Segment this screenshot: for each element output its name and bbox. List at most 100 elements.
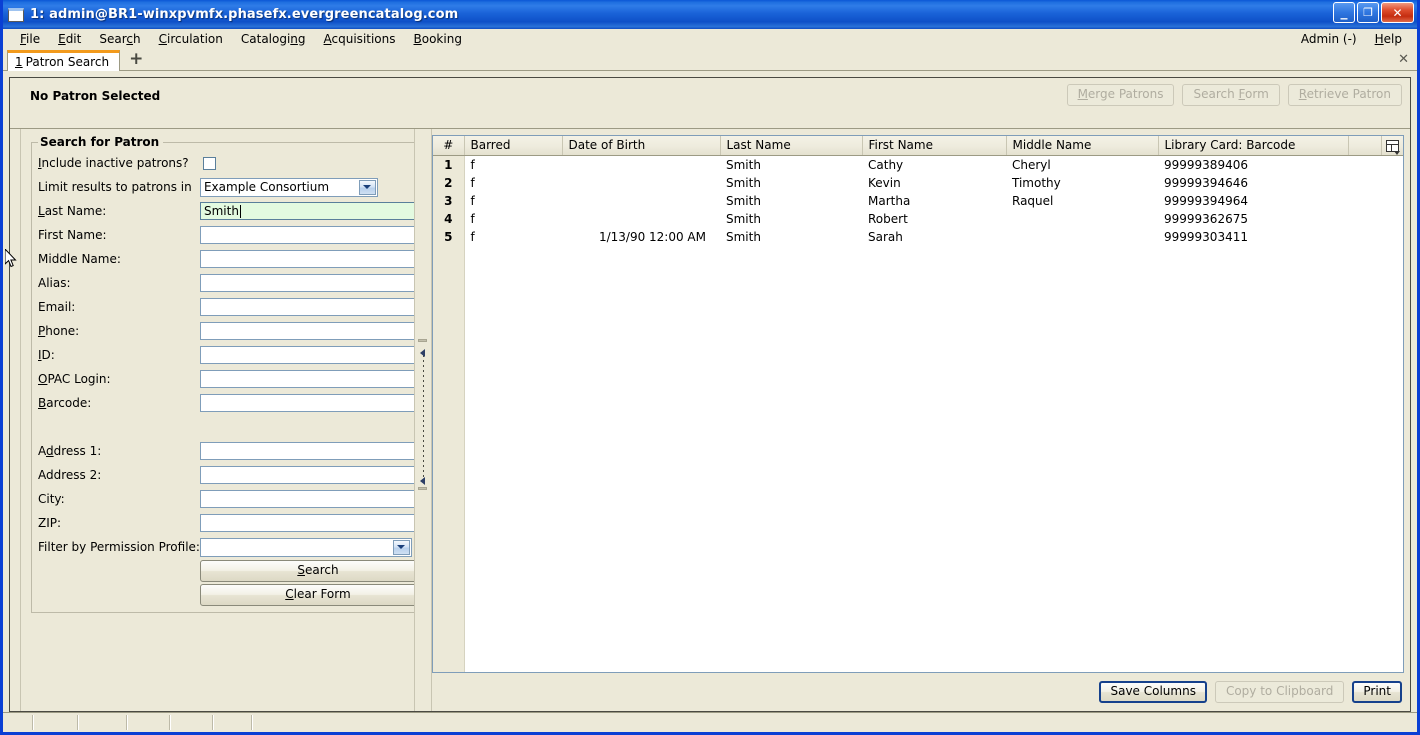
city-input[interactable] (199, 490, 414, 508)
address1-input[interactable] (199, 442, 414, 460)
opac-login-input[interactable] (199, 370, 414, 388)
print-button[interactable]: Print (1352, 681, 1402, 703)
column-header-last-name[interactable]: Last Name (720, 136, 863, 156)
search-form-area: Search for Patron Include inactive patro… (21, 129, 414, 711)
menu-booking[interactable]: Booking (405, 31, 471, 47)
new-tab-button[interactable]: + (129, 51, 143, 70)
search-form-button[interactable]: Search Form (1182, 84, 1280, 106)
cell-last-name: Smith (726, 211, 761, 226)
cell-last-name: Smith (726, 193, 761, 208)
address2-label: Address 2: (38, 468, 102, 482)
id-label: ID: (38, 348, 55, 362)
cell-barred: f (470, 229, 475, 244)
splitter-collapse-right-icon[interactable] (418, 475, 427, 486)
cell-dob (562, 156, 720, 174)
email-input[interactable] (199, 298, 414, 316)
splitter-grip (422, 355, 424, 485)
split-container: Search for Patron Include inactive patro… (10, 129, 1410, 711)
window-icon (8, 7, 24, 22)
permission-profile-combobox[interactable] (199, 537, 412, 557)
maximize-button[interactable]: ❐ (1357, 2, 1379, 23)
column-header-barcode[interactable]: Library Card: Barcode (1158, 136, 1349, 156)
cell-dob (562, 174, 720, 192)
close-tab-button[interactable]: ✕ (1398, 52, 1409, 67)
id-input[interactable] (199, 346, 414, 364)
form-row-search-button: Search (38, 559, 414, 583)
cell-first-name: Martha (868, 193, 911, 208)
menu-cataloging[interactable]: Cataloging (232, 31, 315, 47)
search-form-legend: Search for Patron (40, 135, 160, 149)
form-row-address1: Address 1: (38, 439, 414, 463)
phone-input[interactable] (199, 322, 414, 340)
patron-summary-bar: No Patron Selected Merge Patrons Search … (10, 78, 1410, 129)
clear-form-button[interactable]: Clear Form (199, 584, 414, 606)
cell-barred: f (470, 175, 475, 190)
search-button[interactable]: Search (199, 560, 414, 582)
text-caret (239, 205, 241, 218)
menu-search[interactable]: Search (90, 31, 149, 47)
cell-barcode: 99999362675 (1164, 211, 1248, 226)
permission-profile-label: Filter by Permission Profile: (38, 540, 200, 554)
search-for-patron-fieldset: Search for Patron Include inactive patro… (31, 135, 414, 613)
table-row[interactable]: 3 f Smith Martha Raquel 99999394964 (433, 191, 1403, 210)
menu-bar-right: Admin (-) Help (1292, 31, 1411, 47)
first-name-label: First Name: (38, 228, 107, 242)
minimize-button[interactable]: _ (1333, 2, 1355, 23)
splitter-cap-bottom (418, 487, 427, 490)
close-button[interactable]: ✕ (1381, 2, 1414, 23)
merge-patrons-button[interactable]: Merge Patrons (1066, 84, 1175, 106)
column-header-num[interactable]: # (433, 136, 465, 156)
table-row[interactable]: 5 f 1/13/90 12:00 AM Smith Sarah 9999930… (433, 227, 1403, 246)
column-picker-button[interactable] (1381, 136, 1403, 156)
menu-bar: File Edit Search Circulation Cataloging … (3, 29, 1417, 48)
splitter-collapse-left-icon[interactable] (418, 347, 427, 358)
alias-input[interactable] (199, 274, 414, 292)
copy-to-clipboard-button[interactable]: Copy to Clipboard (1214, 681, 1345, 703)
zip-input[interactable] (199, 514, 414, 532)
cell-num: 4 (433, 209, 465, 228)
menu-help[interactable]: Help (1366, 31, 1411, 47)
barcode-input[interactable] (199, 394, 414, 412)
alias-label: Alias: (38, 276, 71, 290)
results-blank-area (465, 245, 1403, 672)
cell-last-name: Smith (726, 175, 761, 190)
column-header-barred[interactable]: Barred (464, 136, 563, 156)
include-inactive-checkbox[interactable] (202, 157, 216, 170)
menu-acquisitions[interactable]: Acquisitions (315, 31, 405, 47)
maximize-icon: ❐ (1363, 6, 1373, 19)
save-columns-button[interactable]: Save Columns (1099, 681, 1207, 703)
first-name-input[interactable] (199, 226, 414, 244)
status-cell (253, 715, 1415, 730)
menu-circulation[interactable]: Circulation (150, 31, 232, 47)
form-row-phone: Phone: (38, 319, 414, 343)
tab-patron-search[interactable]: 1 Patron Search (7, 50, 121, 71)
chevron-down-icon[interactable] (392, 539, 410, 555)
middle-name-input[interactable] (199, 250, 414, 268)
row-number-gutter (433, 245, 465, 672)
table-row[interactable]: 2 f Smith Kevin Timothy 99999394646 (433, 173, 1403, 192)
menu-admin[interactable]: Admin (-) (1292, 31, 1366, 47)
menu-file[interactable]: File (11, 31, 49, 47)
column-header-middle-name[interactable]: Middle Name (1006, 136, 1159, 156)
cell-barred: f (470, 193, 475, 208)
chevron-down-icon[interactable] (358, 179, 376, 195)
content-area: No Patron Selected Merge Patrons Search … (3, 71, 1417, 712)
menu-edit[interactable]: Edit (49, 31, 90, 47)
form-row-barcode: Barcode: (38, 391, 414, 415)
pane-splitter[interactable] (414, 129, 432, 711)
table-row[interactable]: 1 f Smith Cathy Cheryl 99999389406 (433, 155, 1403, 174)
retrieve-patron-button[interactable]: Retrieve Patron (1287, 84, 1402, 106)
limit-results-combobox[interactable]: Example Consortium (199, 177, 378, 197)
address2-input[interactable] (199, 466, 414, 484)
status-cell (128, 715, 171, 730)
zip-label: ZIP: (38, 516, 62, 530)
search-form-table: Include inactive patrons? Limit results … (38, 151, 414, 607)
column-header-dob[interactable]: Date of Birth (562, 136, 721, 156)
cell-middle-name (1006, 228, 1158, 246)
table-row[interactable]: 4 f Smith Robert 99999362675 (433, 209, 1403, 228)
left-pane-scrollbar[interactable] (10, 129, 21, 711)
cell-num: 2 (433, 173, 465, 192)
cell-middle-name (1006, 210, 1158, 228)
last-name-input[interactable] (199, 202, 414, 220)
column-header-first-name[interactable]: First Name (862, 136, 1007, 156)
